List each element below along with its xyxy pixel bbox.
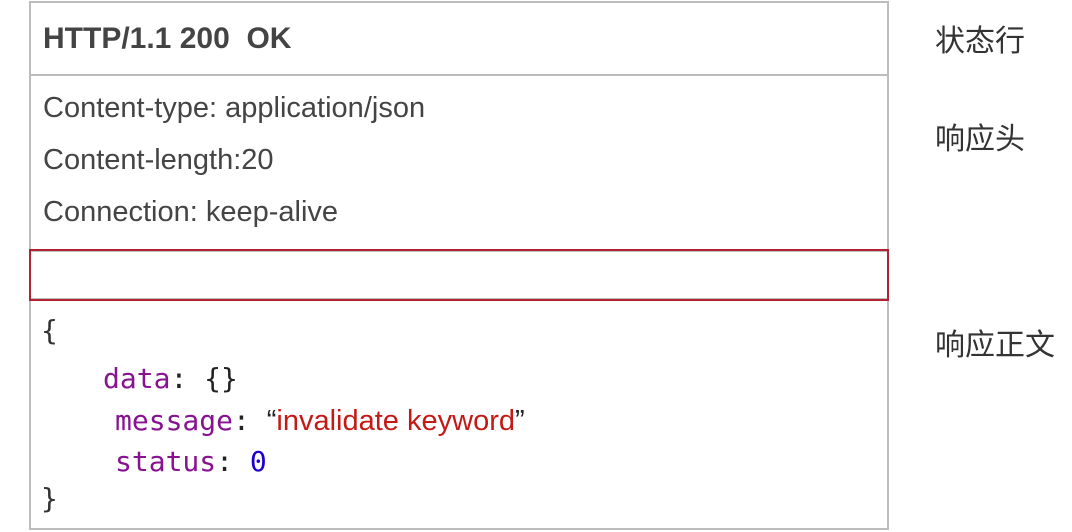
header-content-type: Content-type: application/json: [43, 92, 426, 124]
body-status-colon: :: [216, 445, 234, 478]
body-message-open-quote: “: [266, 405, 277, 437]
status-code: 200: [179, 22, 230, 55]
body-close-brace: }: [41, 482, 58, 515]
response-body-box: { data: {} message: “invalidate keyword”…: [29, 298, 889, 530]
status-reason: OK: [246, 22, 292, 55]
body-message-close-quote: ”: [514, 405, 525, 437]
body-message-colon: :: [233, 404, 250, 437]
label-response-body: 响应正文: [935, 328, 1055, 363]
status-protocol: HTTP/1.1: [43, 22, 172, 55]
response-headers-box: Content-type: application/json Content-l…: [29, 74, 889, 252]
body-data-key: data: [103, 362, 171, 395]
label-response-headers: 响应头: [935, 122, 1025, 157]
header-connection: Connection: keep-alive: [43, 196, 339, 228]
body-data-value: {}: [204, 362, 238, 395]
body-status-value: 0: [249, 445, 267, 478]
body-message-key: message: [115, 404, 234, 437]
body-data-colon: :: [170, 362, 188, 395]
status-line: HTTP/1.1 200 OK: [43, 22, 291, 56]
body-status-line: status: 0: [115, 445, 267, 478]
label-status-line: 状态行: [935, 24, 1025, 59]
body-message-value: invalidate keyword: [276, 405, 515, 437]
body-open-brace: {: [41, 314, 58, 347]
body-data-line: data: {}: [103, 362, 238, 395]
body-message-line: message: “invalidate keyword”: [115, 404, 525, 438]
blank-line-box: [29, 249, 889, 301]
status-line-box: HTTP/1.1 200 OK: [29, 1, 889, 76]
header-content-length: Content-length:20: [43, 144, 274, 176]
body-status-key: status: [115, 445, 217, 478]
